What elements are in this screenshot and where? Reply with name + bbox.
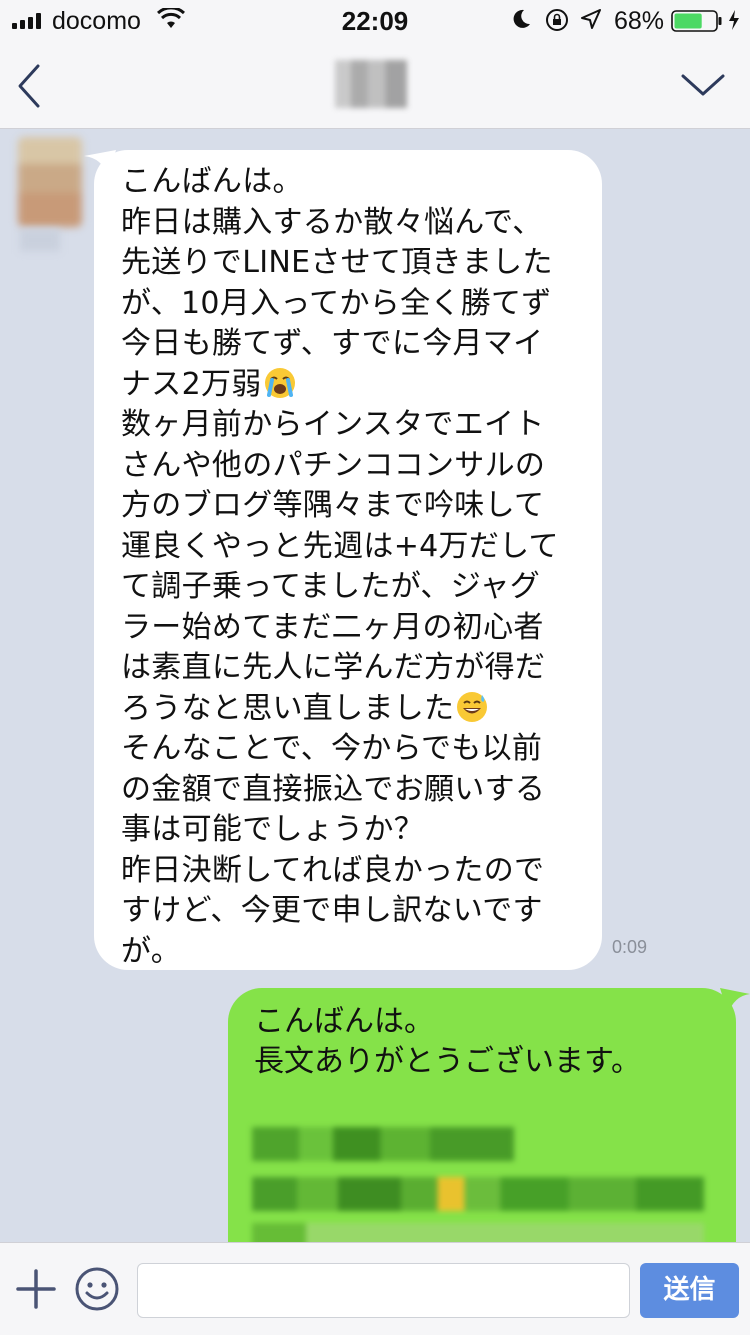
message-segment: そんなことで、今からでも以前 の金額で直接振込でお願いする 事は可能でしょうか？… xyxy=(121,731,546,969)
chat-area[interactable]: こんばんは。 昨日は購入するか散々悩んで、 先送りでLINEさせて頂きました が… xyxy=(0,129,750,1242)
redacted-text-line xyxy=(252,1127,514,1161)
battery-icon xyxy=(671,10,722,32)
avatar-shadow xyxy=(20,229,60,251)
redacted-text-line xyxy=(252,1223,704,1242)
message-input[interactable] xyxy=(137,1263,630,1318)
charging-bolt-icon xyxy=(729,10,739,30)
battery-percent: 68% xyxy=(614,7,665,35)
incoming-message-bubble[interactable]: こんばんは。 昨日は購入するか散々悩んで、 先送りでLINEさせて頂きました が… xyxy=(94,150,602,970)
chat-title-redacted xyxy=(335,60,407,108)
outgoing-message-bubble[interactable]: こんばんは。 長文ありがとうございます。 xyxy=(228,988,736,1242)
outgoing-message-text: こんばんは。 長文ありがとうございます。 xyxy=(254,1004,641,1079)
avatar[interactable] xyxy=(18,137,82,227)
message-timestamp: 0:09 xyxy=(612,937,648,957)
nav-bar xyxy=(0,40,750,129)
message-segment: こんばんは。 昨日は購入するか散々悩んで、 先送りでLINEさせて頂きました が… xyxy=(121,164,553,402)
input-bar: 送信 xyxy=(0,1242,750,1335)
chevron-down-icon[interactable] xyxy=(680,70,726,100)
grinning-face-with-sweat-icon xyxy=(457,691,488,722)
message-segment: 数ヶ月前からインスタでエイト さんや他のパチンココンサルの 方のブログ等隅々まで… xyxy=(121,407,559,726)
chevron-left-icon[interactable] xyxy=(14,62,44,110)
redacted-text-line xyxy=(252,1177,704,1211)
smiley-icon[interactable] xyxy=(74,1266,120,1312)
incoming-message-text: こんばんは。 昨日は購入するか散々悩んで、 先送りでLINEさせて頂きました が… xyxy=(121,162,592,972)
moon-icon xyxy=(513,9,530,28)
location-arrow-icon xyxy=(581,9,601,29)
rotation-lock-icon xyxy=(546,9,568,31)
status-bar: docomo 22:09 68% xyxy=(0,0,750,40)
send-button[interactable]: 送信 xyxy=(640,1263,739,1318)
loudly-crying-face-icon xyxy=(264,367,295,398)
plus-icon[interactable] xyxy=(14,1267,58,1311)
